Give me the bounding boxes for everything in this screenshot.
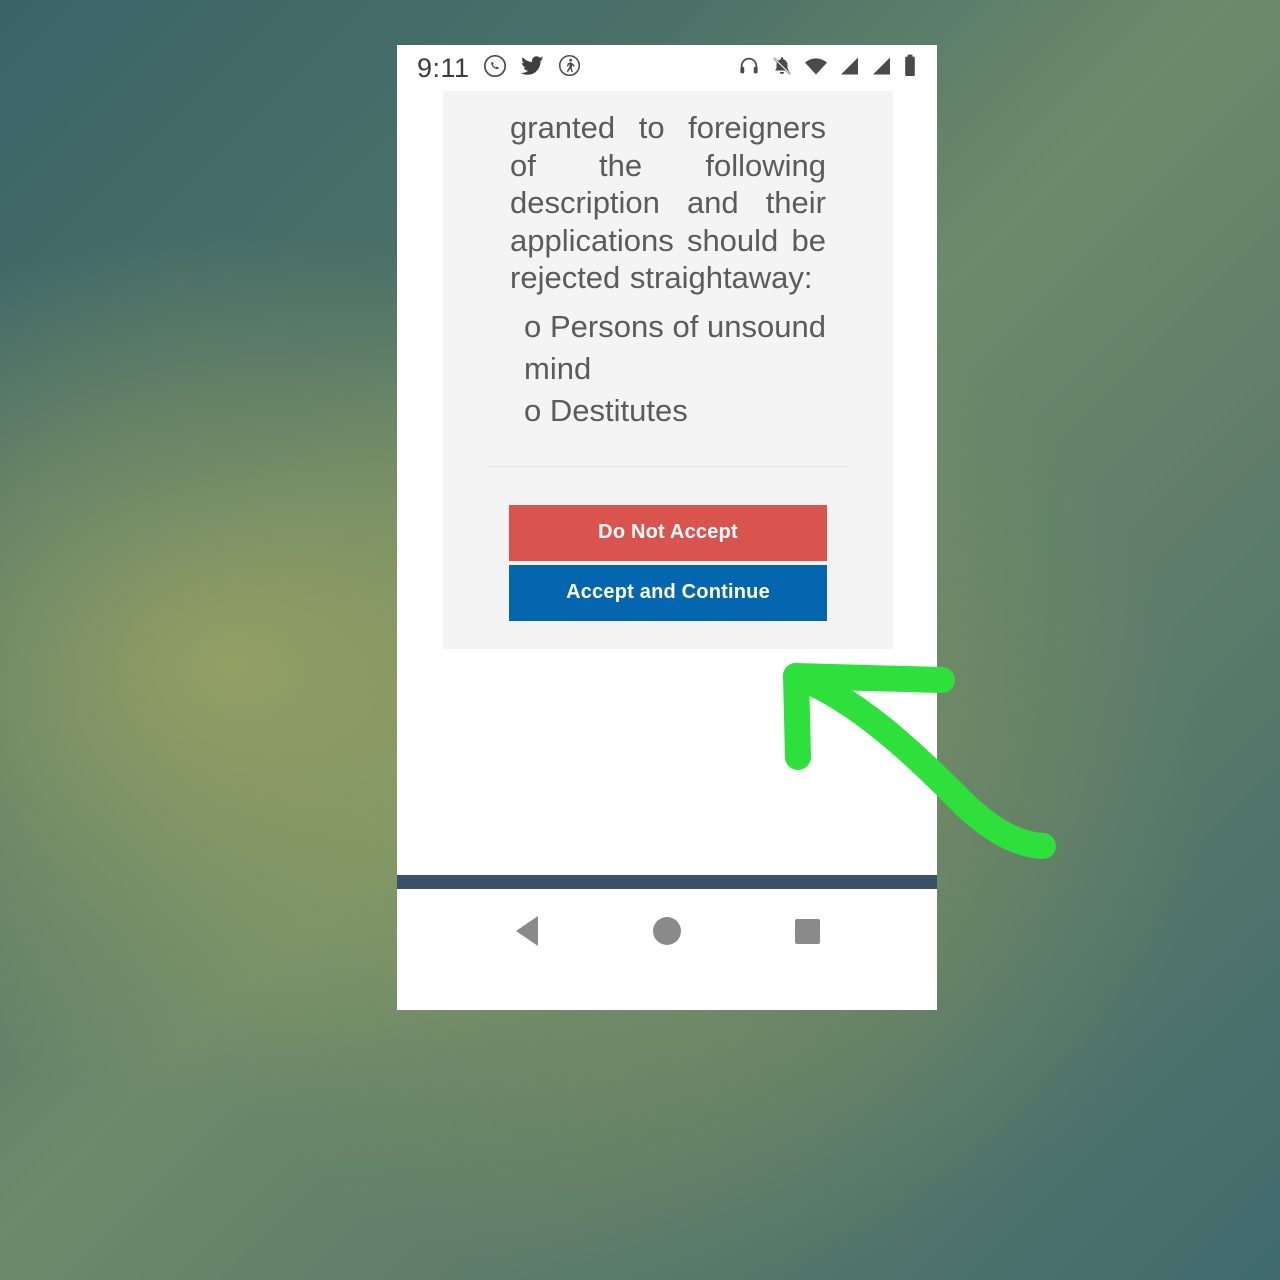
home-circle-icon <box>653 917 681 945</box>
fitness-walking-icon <box>558 54 581 82</box>
bullet-marker: o <box>524 308 542 344</box>
bullet-text: Destitutes <box>549 392 688 428</box>
accept-and-continue-button[interactable]: Accept and Continue <box>509 564 827 621</box>
bullet-text: Persons of unsound mind <box>524 308 826 386</box>
screen-body: granted to foreigners of the following d… <box>397 91 937 970</box>
cellular-signal-1-icon <box>839 56 860 81</box>
app-bottom-accent-bar <box>397 875 937 889</box>
status-bar-clock: 9:11 <box>417 52 470 83</box>
bullet-marker: o <box>524 392 542 428</box>
back-triangle-icon <box>516 916 538 946</box>
status-bar-right <box>738 54 917 82</box>
twitter-icon <box>520 54 545 83</box>
nav-back-button[interactable] <box>499 903 555 959</box>
android-navigation-bar <box>397 892 937 970</box>
recents-square-icon <box>794 918 820 944</box>
screenshot-canvas: 9:11 granted to foreigners of the follow… <box>0 0 1280 1280</box>
status-bar-left: 9:11 <box>417 53 581 84</box>
terms-bullet-list: o Persons of unsound mind o Destitutes <box>443 306 893 432</box>
cellular-signal-2-icon <box>871 56 892 81</box>
action-buttons: Do Not Accept Accept and Continue <box>443 467 893 621</box>
wifi-icon <box>804 56 828 81</box>
status-bar: 9:11 <box>397 45 937 91</box>
list-item: o Persons of unsound mind <box>510 306 826 390</box>
battery-icon <box>903 54 917 82</box>
nav-recents-button[interactable] <box>779 903 835 959</box>
notifications-muted-icon <box>771 55 793 82</box>
nav-home-button[interactable] <box>639 903 695 959</box>
headset-icon <box>738 55 760 82</box>
whatsapp-icon <box>483 54 507 83</box>
terms-paragraph: granted to foreigners of the following d… <box>510 110 826 295</box>
terms-card: granted to foreigners of the following d… <box>443 91 893 649</box>
list-item: o Destitutes <box>510 390 826 432</box>
do-not-accept-button[interactable]: Do Not Accept <box>509 504 827 561</box>
phone-screen: 9:11 granted to foreigners of the follow… <box>397 45 937 1010</box>
